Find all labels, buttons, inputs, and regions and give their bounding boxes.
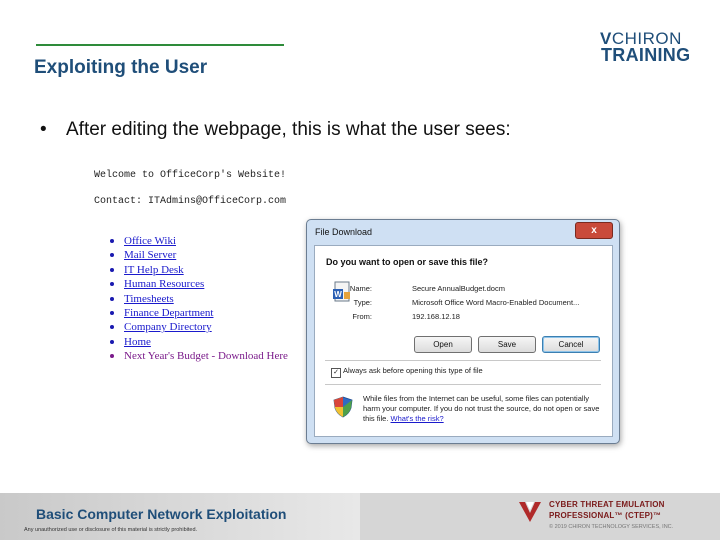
- footer-program-line1: CYBER THREAT EMULATION: [549, 500, 665, 509]
- contact-text: Contact: ITAdmins@OfficeCorp.com: [94, 196, 287, 207]
- file-name-label: Name:: [349, 284, 372, 293]
- link-timesheets[interactable]: Timesheets: [124, 293, 174, 305]
- footer: Basic Computer Network Exploitation Any …: [0, 493, 720, 540]
- list-item[interactable]: Finance Department: [110, 306, 288, 320]
- link-finance-department[interactable]: Finance Department: [124, 307, 214, 319]
- webpage-link-list: Office Wiki Mail Server IT Help Desk Hum…: [110, 234, 288, 364]
- bullet-dot: [110, 239, 114, 243]
- list-item[interactable]: Human Resources: [110, 277, 288, 291]
- bullet-dot: [110, 354, 114, 359]
- list-item[interactable]: Company Directory: [110, 320, 288, 334]
- save-button[interactable]: Save: [478, 336, 536, 353]
- link-company-directory[interactable]: Company Directory: [124, 321, 212, 333]
- open-button[interactable]: Open: [414, 336, 472, 353]
- bullet-dot: [110, 282, 114, 287]
- list-item[interactable]: Office Wiki: [110, 234, 288, 248]
- list-item[interactable]: Timesheets: [110, 292, 288, 306]
- bullet-dot: [110, 325, 114, 330]
- footer-disclaimer: Any unauthorized use or disclosure of th…: [24, 527, 198, 533]
- link-office-wiki[interactable]: Office Wiki: [124, 235, 176, 247]
- chiron-training-logo: VCHIRON TRAINING: [600, 28, 696, 68]
- link-mail-server[interactable]: Mail Server: [124, 249, 176, 261]
- dialog-titlebar: File Download x: [307, 220, 619, 244]
- slide-title: Exploiting the User: [34, 57, 208, 78]
- link-home[interactable]: Home: [124, 336, 151, 348]
- dialog-body: Do you want to open or save this file? W…: [314, 245, 613, 437]
- ctep-emblem-icon: [519, 502, 541, 522]
- bullet-dot: [110, 296, 114, 301]
- security-warning: While files from the Internet can be use…: [363, 394, 603, 424]
- bullet-dot: [110, 253, 114, 258]
- welcome-text: Welcome to OfficeCorp's Website!: [94, 170, 287, 181]
- header-accent-rule: [36, 44, 284, 46]
- bullet-dot: [110, 267, 114, 272]
- dialog-divider: [325, 384, 601, 385]
- logo-line2: TRAINING: [601, 45, 691, 65]
- dialog-divider: [325, 360, 601, 361]
- bullet-dot: [110, 339, 114, 344]
- footer-left-panel: Basic Computer Network Exploitation Any …: [0, 493, 360, 540]
- list-item[interactable]: Home: [110, 335, 288, 349]
- file-type-label: Type:: [353, 298, 372, 307]
- dialog-question: Do you want to open or save this file?: [326, 257, 489, 267]
- always-ask-checkbox[interactable]: ✓: [331, 368, 341, 378]
- footer-copyright: © 2019 CHIRON TECHNOLOGY SERVICES, INC.: [549, 524, 674, 530]
- link-budget-download[interactable]: Next Year's Budget - Download Here: [124, 350, 288, 362]
- list-item[interactable]: IT Help Desk: [110, 263, 288, 277]
- file-from-value: 192.168.12.18: [412, 312, 460, 321]
- security-shield-icon: [333, 396, 353, 418]
- file-download-dialog: File Download x Do you want to open or s…: [306, 219, 620, 444]
- list-item[interactable]: Mail Server: [110, 248, 288, 262]
- close-button[interactable]: x: [575, 222, 613, 239]
- always-ask-label: Always ask before opening this type of f…: [343, 366, 483, 375]
- link-it-help-desk[interactable]: IT Help Desk: [124, 264, 184, 276]
- bullet-item: • After editing the webpage, this is what…: [40, 119, 511, 141]
- footer-course-title: Basic Computer Network Exploitation: [36, 506, 287, 522]
- list-item[interactable]: Next Year's Budget - Download Here: [110, 349, 288, 363]
- dialog-title: File Download: [315, 227, 373, 237]
- file-from-label: From:: [352, 312, 372, 321]
- whats-the-risk-link[interactable]: What's the risk?: [391, 414, 444, 423]
- bullet-text: After editing the webpage, this is what …: [66, 119, 511, 140]
- bullet-marker: •: [40, 119, 47, 140]
- file-type-value: Microsoft Office Word Macro-Enabled Docu…: [412, 298, 580, 307]
- file-name-value: Secure AnnualBudget.docm: [412, 284, 505, 293]
- link-human-resources[interactable]: Human Resources: [124, 278, 204, 290]
- cancel-button[interactable]: Cancel: [542, 336, 600, 353]
- bullet-dot: [110, 311, 114, 316]
- footer-program-line2: PROFESSIONAL™ (CTEP)™: [549, 511, 662, 520]
- always-ask-row: ✓ Always ask before opening this type of …: [331, 366, 483, 378]
